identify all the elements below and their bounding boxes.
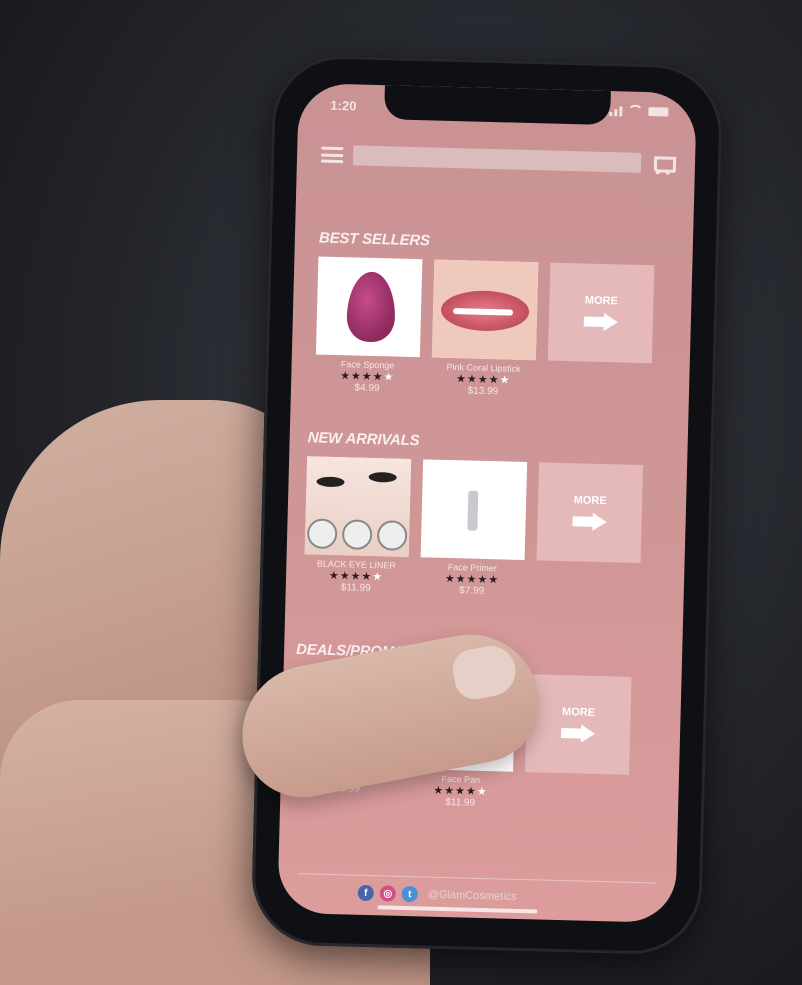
product-row: Face Sponge ★★★★★ $4.99 Pink Coral Lipst… bbox=[315, 256, 668, 403]
footer-divider bbox=[298, 873, 657, 884]
more-button[interactable]: MORE bbox=[536, 462, 644, 564]
facebook-icon[interactable]: f bbox=[357, 884, 375, 902]
search-input[interactable] bbox=[352, 145, 642, 173]
arrow-right-icon bbox=[583, 312, 619, 332]
product-image[interactable] bbox=[315, 256, 423, 358]
product-card[interactable]: Face Primer ★★★★★ $7.99 bbox=[420, 459, 528, 599]
wifi-icon bbox=[627, 104, 644, 117]
product-image[interactable] bbox=[431, 259, 539, 361]
more-label: MORE bbox=[573, 494, 607, 508]
section-title: NEW ARRIVALS bbox=[307, 429, 420, 450]
top-bar bbox=[320, 142, 677, 177]
home-indicator[interactable] bbox=[377, 905, 538, 914]
more-label: MORE bbox=[584, 294, 619, 308]
product-row: BLACK EYE LINER ★★★★★ $11.99 Face Primer… bbox=[304, 456, 657, 602]
product-card[interactable]: BLACK EYE LINER ★★★★★ $11.99 bbox=[304, 456, 412, 596]
more-button[interactable]: MORE bbox=[547, 262, 655, 364]
phone-notch bbox=[384, 85, 611, 126]
product-price: $11.99 bbox=[340, 582, 371, 594]
social-footer: f ◎ t @GlamCosmetics bbox=[357, 884, 517, 905]
status-time: 1:20 bbox=[330, 97, 357, 114]
section-best-sellers: BEST SELLERS Face Sponge ★★★★★ $4.99 Pin… bbox=[315, 230, 669, 403]
product-price: $4.99 bbox=[354, 382, 380, 395]
arrow-right-icon bbox=[572, 512, 607, 532]
app-screen: 1:20 BEST SELLERS Face Sponge ★★★★★ $4.9… bbox=[277, 82, 697, 924]
product-price: $13.99 bbox=[467, 385, 499, 398]
arrow-right-icon bbox=[560, 724, 596, 743]
twitter-icon[interactable]: t bbox=[401, 885, 418, 903]
product-card[interactable]: Face Sponge ★★★★★ $4.99 bbox=[315, 256, 423, 397]
instagram-icon[interactable]: ◎ bbox=[379, 885, 397, 902]
section-title: BEST SELLERS bbox=[318, 229, 431, 250]
product-image[interactable] bbox=[304, 456, 412, 557]
product-price: $11.99 bbox=[445, 797, 476, 809]
status-icons bbox=[609, 104, 669, 118]
product-card[interactable]: Pink Coral Lipstick ★★★★★ $13.99 bbox=[431, 259, 539, 400]
more-button[interactable]: MORE bbox=[525, 674, 632, 775]
more-label: MORE bbox=[561, 706, 596, 719]
cart-icon[interactable] bbox=[651, 152, 677, 175]
social-handle[interactable]: @GlamCosmetics bbox=[428, 889, 517, 903]
phone-device: 1:20 BEST SELLERS Face Sponge ★★★★★ $4.9… bbox=[250, 54, 724, 956]
product-image[interactable] bbox=[420, 459, 528, 561]
product-price: $7.99 bbox=[459, 585, 485, 597]
section-new-arrivals: NEW ARRIVALS BLACK EYE LINER ★★★★★ $11.9… bbox=[304, 429, 658, 602]
battery-icon bbox=[648, 106, 669, 117]
signal-icon bbox=[609, 105, 623, 116]
menu-icon[interactable] bbox=[320, 146, 344, 164]
